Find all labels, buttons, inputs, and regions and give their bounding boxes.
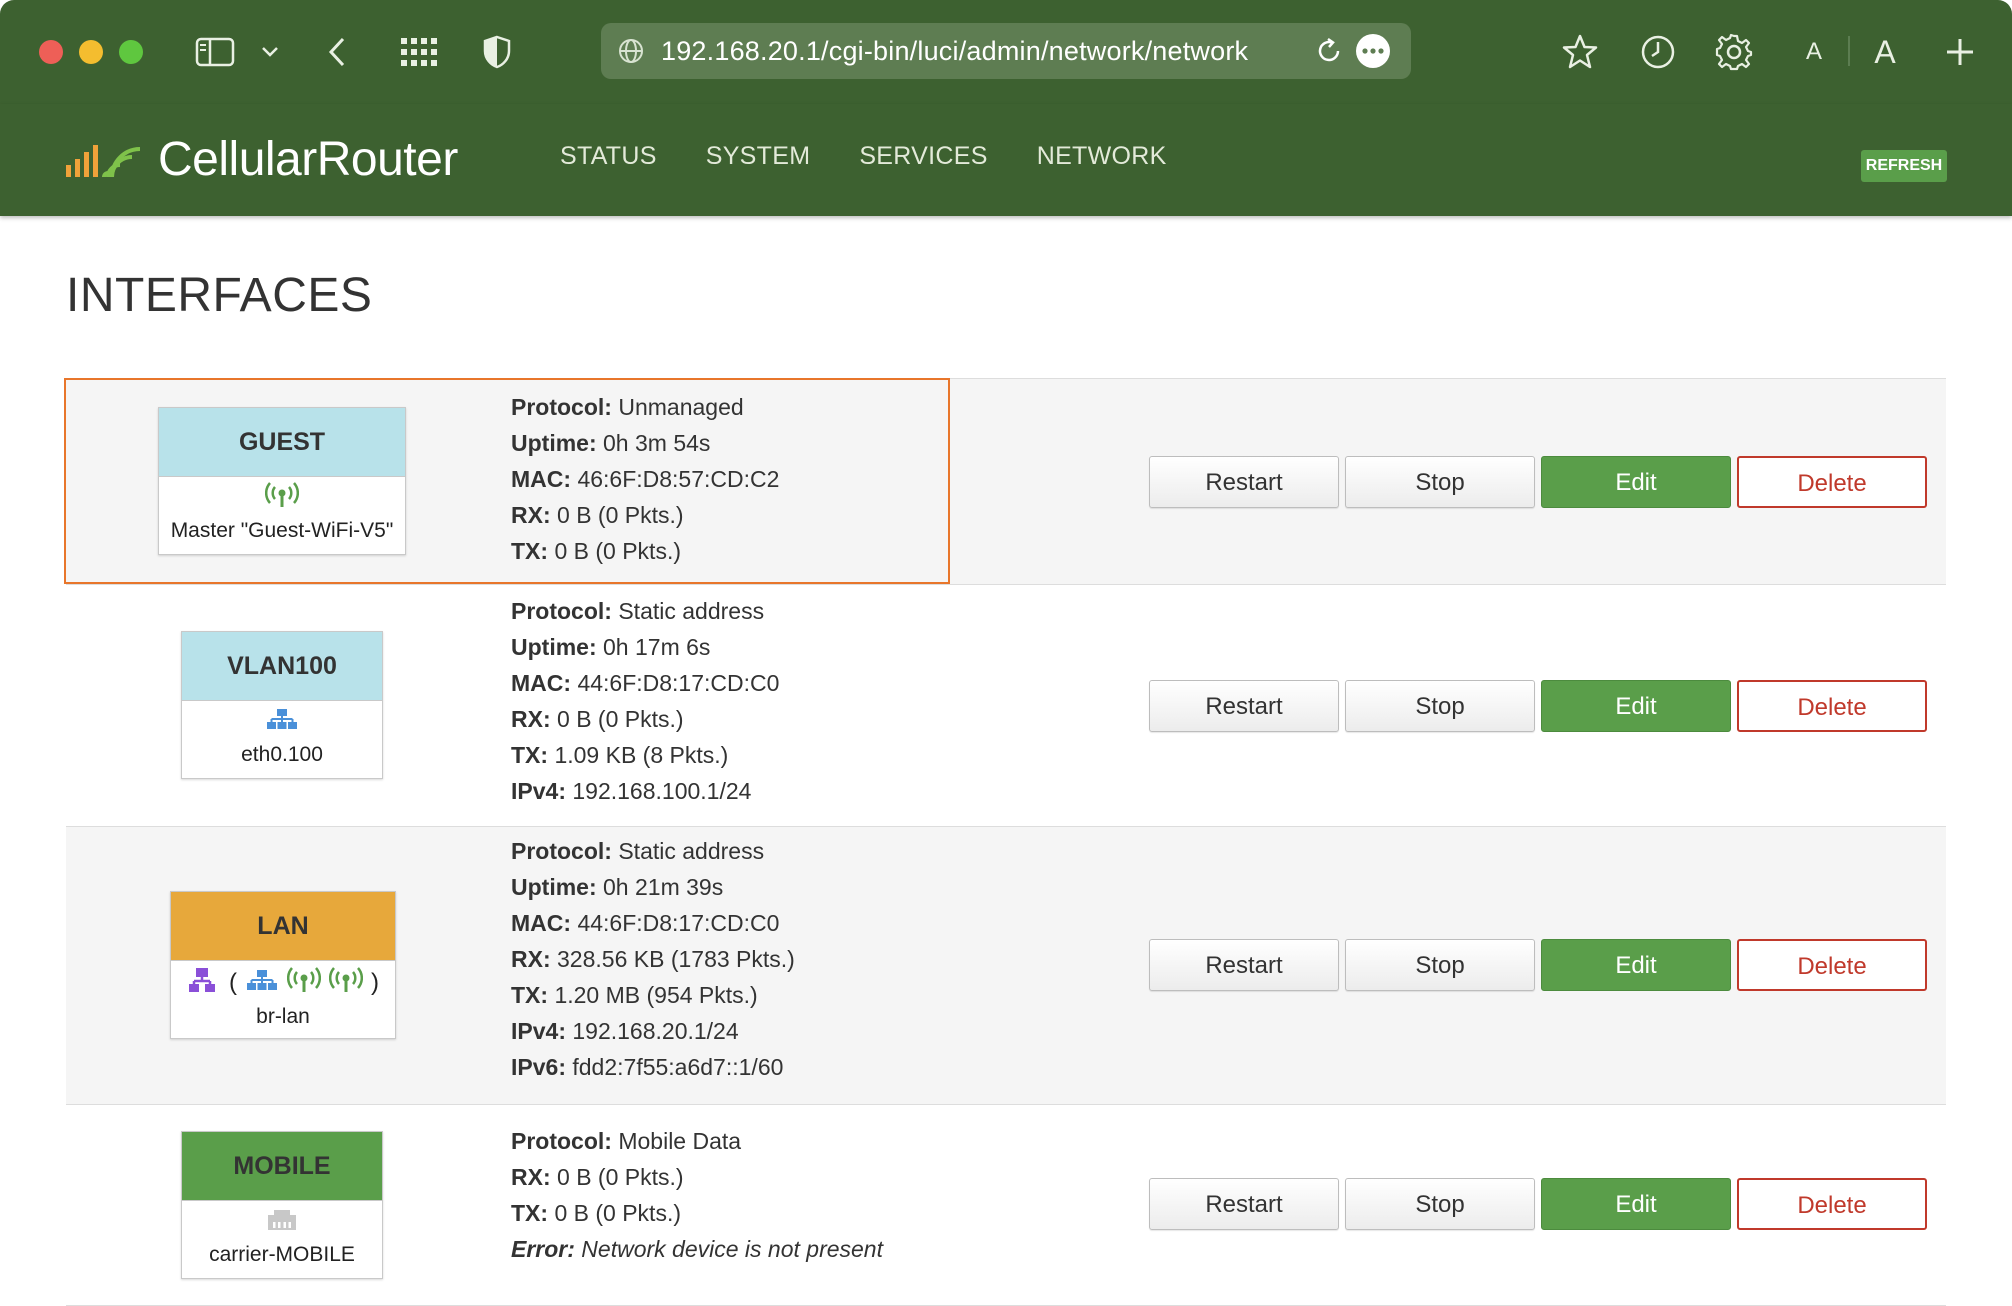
interface-badge-mobile: MOBILE carrier-MOBILE xyxy=(181,1131,383,1279)
more-options-icon[interactable] xyxy=(1356,34,1390,68)
font-decrease-button[interactable]: A xyxy=(1802,30,1826,74)
brand-name: CellularRouter xyxy=(158,132,458,186)
close-window-button[interactable] xyxy=(39,40,63,64)
interface-actions: Restart Stop Edit Delete xyxy=(1149,456,1933,508)
detail-line: MAC: 44:6F:D8:17:CD:C0 xyxy=(511,670,780,696)
interface-actions: Restart Stop Edit Delete xyxy=(1149,939,1933,991)
interface-details: Protocol: Mobile Data RX: 0 B (0 Pkts.) … xyxy=(511,1123,883,1267)
toolbar-divider xyxy=(1848,36,1850,66)
stop-button[interactable]: Stop xyxy=(1345,680,1535,732)
globe-icon xyxy=(617,37,645,70)
stop-button[interactable]: Stop xyxy=(1345,939,1535,991)
detail-line: RX: 0 B (0 Pkts.) xyxy=(511,1164,684,1190)
interface-actions: Restart Stop Edit Delete xyxy=(1149,680,1933,732)
interface-device: carrier-MOBILE xyxy=(209,1243,355,1266)
restart-button[interactable]: Restart xyxy=(1149,680,1339,732)
detail-line: Protocol: Mobile Data xyxy=(511,1128,742,1154)
edit-button[interactable]: Edit xyxy=(1541,456,1731,508)
delete-button[interactable]: Delete xyxy=(1737,456,1927,508)
address-bar[interactable]: 192.168.20.1/cgi-bin/luci/admin/network/… xyxy=(601,23,1411,79)
network-icon xyxy=(265,707,299,737)
new-tab-icon[interactable] xyxy=(1943,30,1977,74)
detail-line: TX: 0 B (0 Pkts.) xyxy=(511,1200,681,1226)
reload-icon[interactable] xyxy=(1314,36,1344,71)
interface-details: Protocol: Static address Uptime: 0h 21m … xyxy=(511,833,795,1085)
restart-button[interactable]: Restart xyxy=(1149,1178,1339,1230)
detail-line: IPv4: 192.168.100.1/24 xyxy=(511,778,752,804)
interface-row-vlan100: VLAN100 eth0.100 Protocol: Static addres… xyxy=(66,584,1946,827)
interface-actions: Restart Stop Edit Delete xyxy=(1149,1178,1933,1230)
delete-button[interactable]: Delete xyxy=(1737,939,1927,991)
url-text: 192.168.20.1/cgi-bin/luci/admin/network/… xyxy=(661,36,1249,66)
shield-icon[interactable] xyxy=(482,30,512,74)
detail-line: Uptime: 0h 17m 6s xyxy=(511,634,711,660)
bookmark-star-icon[interactable] xyxy=(1560,30,1600,74)
interface-device: br-lan xyxy=(256,1005,310,1028)
restart-button[interactable]: Restart xyxy=(1149,456,1339,508)
detail-line: TX: 1.09 KB (8 Pkts.) xyxy=(511,742,729,768)
detail-line: TX: 1.20 MB (954 Pkts.) xyxy=(511,982,758,1008)
edit-button[interactable]: Edit xyxy=(1541,680,1731,732)
delete-button[interactable]: Delete xyxy=(1737,680,1927,732)
interface-details: Protocol: Static address Uptime: 0h 17m … xyxy=(511,593,779,809)
detail-line: RX: 0 B (0 Pkts.) xyxy=(511,706,684,732)
interface-row-lan: LAN () br-lan Protocol: Static address … xyxy=(66,826,1946,1105)
interface-device: eth0.100 xyxy=(241,743,323,766)
network-icon xyxy=(245,968,279,998)
browser-window: 192.168.20.1/cgi-bin/luci/admin/network/… xyxy=(0,0,2012,1306)
font-increase-button[interactable]: A xyxy=(1870,30,1900,74)
zoom-window-button[interactable] xyxy=(119,40,143,64)
chevron-down-icon[interactable] xyxy=(259,30,281,74)
bridge-icon xyxy=(187,966,217,1000)
signal-logo-icon xyxy=(64,135,146,184)
interface-name: LAN xyxy=(171,892,395,961)
brand[interactable]: CellularRouter xyxy=(64,129,458,189)
detail-line: IPv4: 192.168.20.1/24 xyxy=(511,1018,739,1044)
detail-line: RX: 328.56 KB (1783 Pkts.) xyxy=(511,946,795,972)
detail-line: Protocol: Static address xyxy=(511,598,765,624)
back-icon[interactable] xyxy=(322,30,352,74)
app-header: CellularRouter STATUS SYSTEM SERVICES NE… xyxy=(0,104,2012,216)
selection-highlight xyxy=(64,378,950,584)
detail-line: Protocol: Static address xyxy=(511,838,765,864)
browser-toolbar: 192.168.20.1/cgi-bin/luci/admin/network/… xyxy=(0,0,2012,104)
detail-line: MAC: 44:6F:D8:17:CD:C0 xyxy=(511,910,780,936)
interface-name: VLAN100 xyxy=(182,632,382,701)
interface-badge-lan: LAN () br-lan xyxy=(170,891,396,1039)
interface-name: MOBILE xyxy=(182,1132,382,1201)
edit-button[interactable]: Edit xyxy=(1541,939,1731,991)
edit-button[interactable]: Edit xyxy=(1541,1178,1731,1230)
ethernet-port-icon xyxy=(265,1206,299,1238)
stop-button[interactable]: Stop xyxy=(1345,1178,1535,1230)
tab-overview-icon[interactable] xyxy=(399,30,439,74)
nav-services[interactable]: SERVICES xyxy=(859,142,987,171)
wifi-icon xyxy=(287,966,321,1000)
detail-line: IPv6: fdd2:7f55:a6d7::1/60 xyxy=(511,1054,784,1080)
restart-button[interactable]: Restart xyxy=(1149,939,1339,991)
paren-close: ) xyxy=(371,969,379,996)
delete-button[interactable]: Delete xyxy=(1737,1178,1927,1230)
main-nav: STATUS SYSTEM SERVICES NETWORK xyxy=(560,142,1216,171)
refresh-button[interactable]: REFRESH xyxy=(1861,150,1947,182)
gear-icon[interactable] xyxy=(1714,30,1754,74)
history-clock-icon[interactable] xyxy=(1638,30,1678,74)
nav-network[interactable]: NETWORK xyxy=(1037,142,1167,171)
detail-line: Uptime: 0h 21m 39s xyxy=(511,874,724,900)
minimize-window-button[interactable] xyxy=(79,40,103,64)
sidebar-icon[interactable] xyxy=(193,30,237,74)
page-title: INTERFACES xyxy=(66,269,373,322)
paren-open: ( xyxy=(229,969,237,996)
stop-button[interactable]: Stop xyxy=(1345,456,1535,508)
error-line: Error: Network device is not present xyxy=(511,1236,883,1262)
interface-row-mobile: MOBILE carrier-MOBILE Protocol: Mobile D… xyxy=(66,1104,1946,1306)
interface-badge-vlan100: VLAN100 eth0.100 xyxy=(181,631,383,779)
wifi-icon xyxy=(329,966,363,1000)
nav-system[interactable]: SYSTEM xyxy=(706,142,811,171)
nav-status[interactable]: STATUS xyxy=(560,142,657,171)
